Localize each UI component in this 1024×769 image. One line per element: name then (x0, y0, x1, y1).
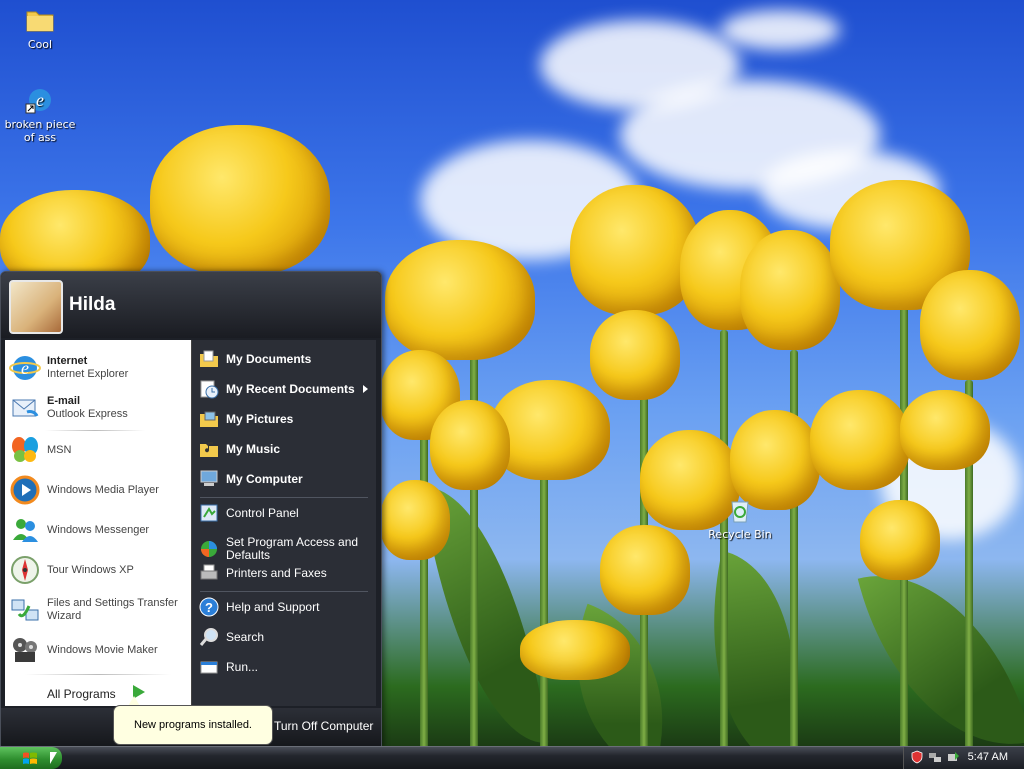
desktop-icon-cool[interactable]: Cool (0, 4, 80, 51)
desktop-icon-shortcut[interactable]: e broken piece of ass (0, 84, 80, 144)
tulip-stem (540, 470, 548, 746)
transfer-wizard-icon (11, 599, 39, 621)
pinned-email-text: E-mail Outlook Express (47, 395, 128, 420)
search-icon (199, 628, 218, 646)
place-my-pictures[interactable]: My Pictures (198, 406, 374, 432)
tulip (380, 480, 450, 560)
desktop-icon-label: broken piece of ass (4, 118, 76, 144)
media-player-icon (10, 475, 40, 505)
pinned-internet-text: Internet Internet Explorer (47, 355, 129, 380)
internet-explorer-icon: e (9, 356, 41, 380)
tulip (430, 400, 510, 490)
place-my-music[interactable]: My Music (198, 436, 374, 462)
svg-text:e: e (36, 90, 44, 110)
recent-program-label: Windows Media Player (47, 483, 159, 496)
svg-text:e: e (21, 358, 29, 378)
run[interactable]: Run... (198, 654, 374, 680)
safely-remove-hardware-icon[interactable] (946, 750, 960, 764)
desktop-icon-label: Recycle Bin (708, 528, 772, 541)
network-icon[interactable] (928, 750, 942, 764)
security-shield-icon[interactable] (910, 750, 924, 764)
svg-text:?: ? (205, 600, 213, 615)
turn-off-computer-button[interactable]: Turn Off Computer (274, 719, 373, 733)
separator (45, 430, 145, 431)
taskbar: 5:47 AM (0, 746, 1024, 769)
pinned-email[interactable]: E-mail Outlook Express (9, 390, 189, 426)
clock[interactable]: 5:47 AM (968, 751, 1008, 763)
new-programs-balloon[interactable]: New programs installed. (113, 705, 273, 745)
balloon-text: New programs installed. (134, 719, 252, 731)
desktop-icon-recycle-bin[interactable]: Recycle Bin (700, 494, 780, 541)
separator (200, 591, 368, 592)
outlook-express-icon (12, 399, 39, 417)
messenger-icon (13, 519, 38, 542)
recent-program-tour-xp[interactable]: Tour Windows XP (9, 552, 189, 588)
user-avatar[interactable] (9, 280, 63, 334)
msn-butterfly-icon (12, 437, 38, 462)
separator (25, 674, 171, 675)
tulip (600, 525, 690, 615)
tulip (385, 240, 535, 360)
help-icon: ? (199, 597, 219, 617)
recent-program-messenger[interactable]: Windows Messenger (9, 512, 189, 548)
system-tray: 5:47 AM (903, 747, 1024, 769)
system-printers-faxes[interactable]: Printers and Faxes (198, 560, 374, 586)
computer-icon (200, 470, 218, 486)
user-name: Hilda (69, 294, 116, 315)
folder-music-icon (200, 442, 218, 457)
program-defaults-icon (201, 541, 217, 557)
recent-program-label: Files and Settings Transfer Wizard (47, 597, 178, 622)
folder-pictures-icon (200, 411, 218, 427)
internet-explorer-icon: e (25, 89, 51, 114)
recent-documents-icon (200, 380, 219, 399)
separator (200, 497, 368, 498)
tulip (920, 270, 1020, 380)
tulip (590, 310, 680, 400)
tour-xp-icon (11, 556, 39, 584)
recent-program-msn[interactable]: MSN (9, 432, 189, 468)
recycle-bin-icon (731, 501, 749, 523)
recent-program-movie-maker[interactable]: Windows Movie Maker (9, 632, 189, 668)
recent-program-label: Tour Windows XP (47, 563, 134, 576)
recent-program-transfer-wizard[interactable]: Files and Settings Transfer Wizard (9, 592, 189, 628)
all-programs-button[interactable]: All Programs (47, 687, 116, 701)
desktop-icon-label: Cool (27, 38, 53, 51)
folder-documents-icon (200, 350, 218, 367)
help-and-support[interactable]: ? Help and Support (198, 594, 374, 620)
movie-maker-icon (13, 638, 37, 662)
tulip-stem (790, 350, 798, 746)
tulip-stem (420, 420, 428, 746)
search[interactable]: Search (198, 624, 374, 650)
tulip (150, 125, 330, 275)
folder-icon (26, 11, 54, 32)
tulip (900, 390, 990, 470)
pinned-internet[interactable]: e Internet Internet Explorer (9, 350, 189, 386)
start-menu-header: Hilda (1, 272, 381, 338)
run-icon (200, 661, 218, 674)
tulip (520, 620, 630, 680)
control-panel-icon (200, 504, 218, 522)
recent-program-label: Windows Movie Maker (47, 643, 158, 656)
tulip (810, 390, 910, 490)
place-my-documents[interactable]: My Documents (198, 346, 374, 372)
system-control-panel[interactable]: Control Panel (198, 500, 374, 526)
recent-program-media-player[interactable]: Windows Media Player (9, 472, 189, 508)
start-menu: Hilda e Internet Internet Explorer E-mail… (0, 271, 382, 748)
start-menu-places-pane: My Documents My Recent Documents My Pict… (191, 340, 376, 706)
start-menu-programs-pane: e Internet Internet Explorer E-mail Outloo… (5, 340, 191, 706)
recent-program-label: MSN (47, 443, 72, 456)
place-my-computer[interactable]: My Computer (198, 466, 374, 492)
tulip (860, 500, 940, 580)
submenu-arrow-icon (363, 385, 368, 393)
printer-icon (200, 564, 218, 580)
place-my-recent-documents[interactable]: My Recent Documents (198, 376, 374, 402)
mouse-cursor-icon (50, 752, 57, 764)
tulip (570, 185, 700, 315)
recent-program-label: Windows Messenger (47, 523, 150, 536)
windows-logo-icon (23, 752, 37, 764)
cloud (720, 10, 840, 50)
tulip (740, 230, 840, 350)
leaf (680, 550, 830, 746)
